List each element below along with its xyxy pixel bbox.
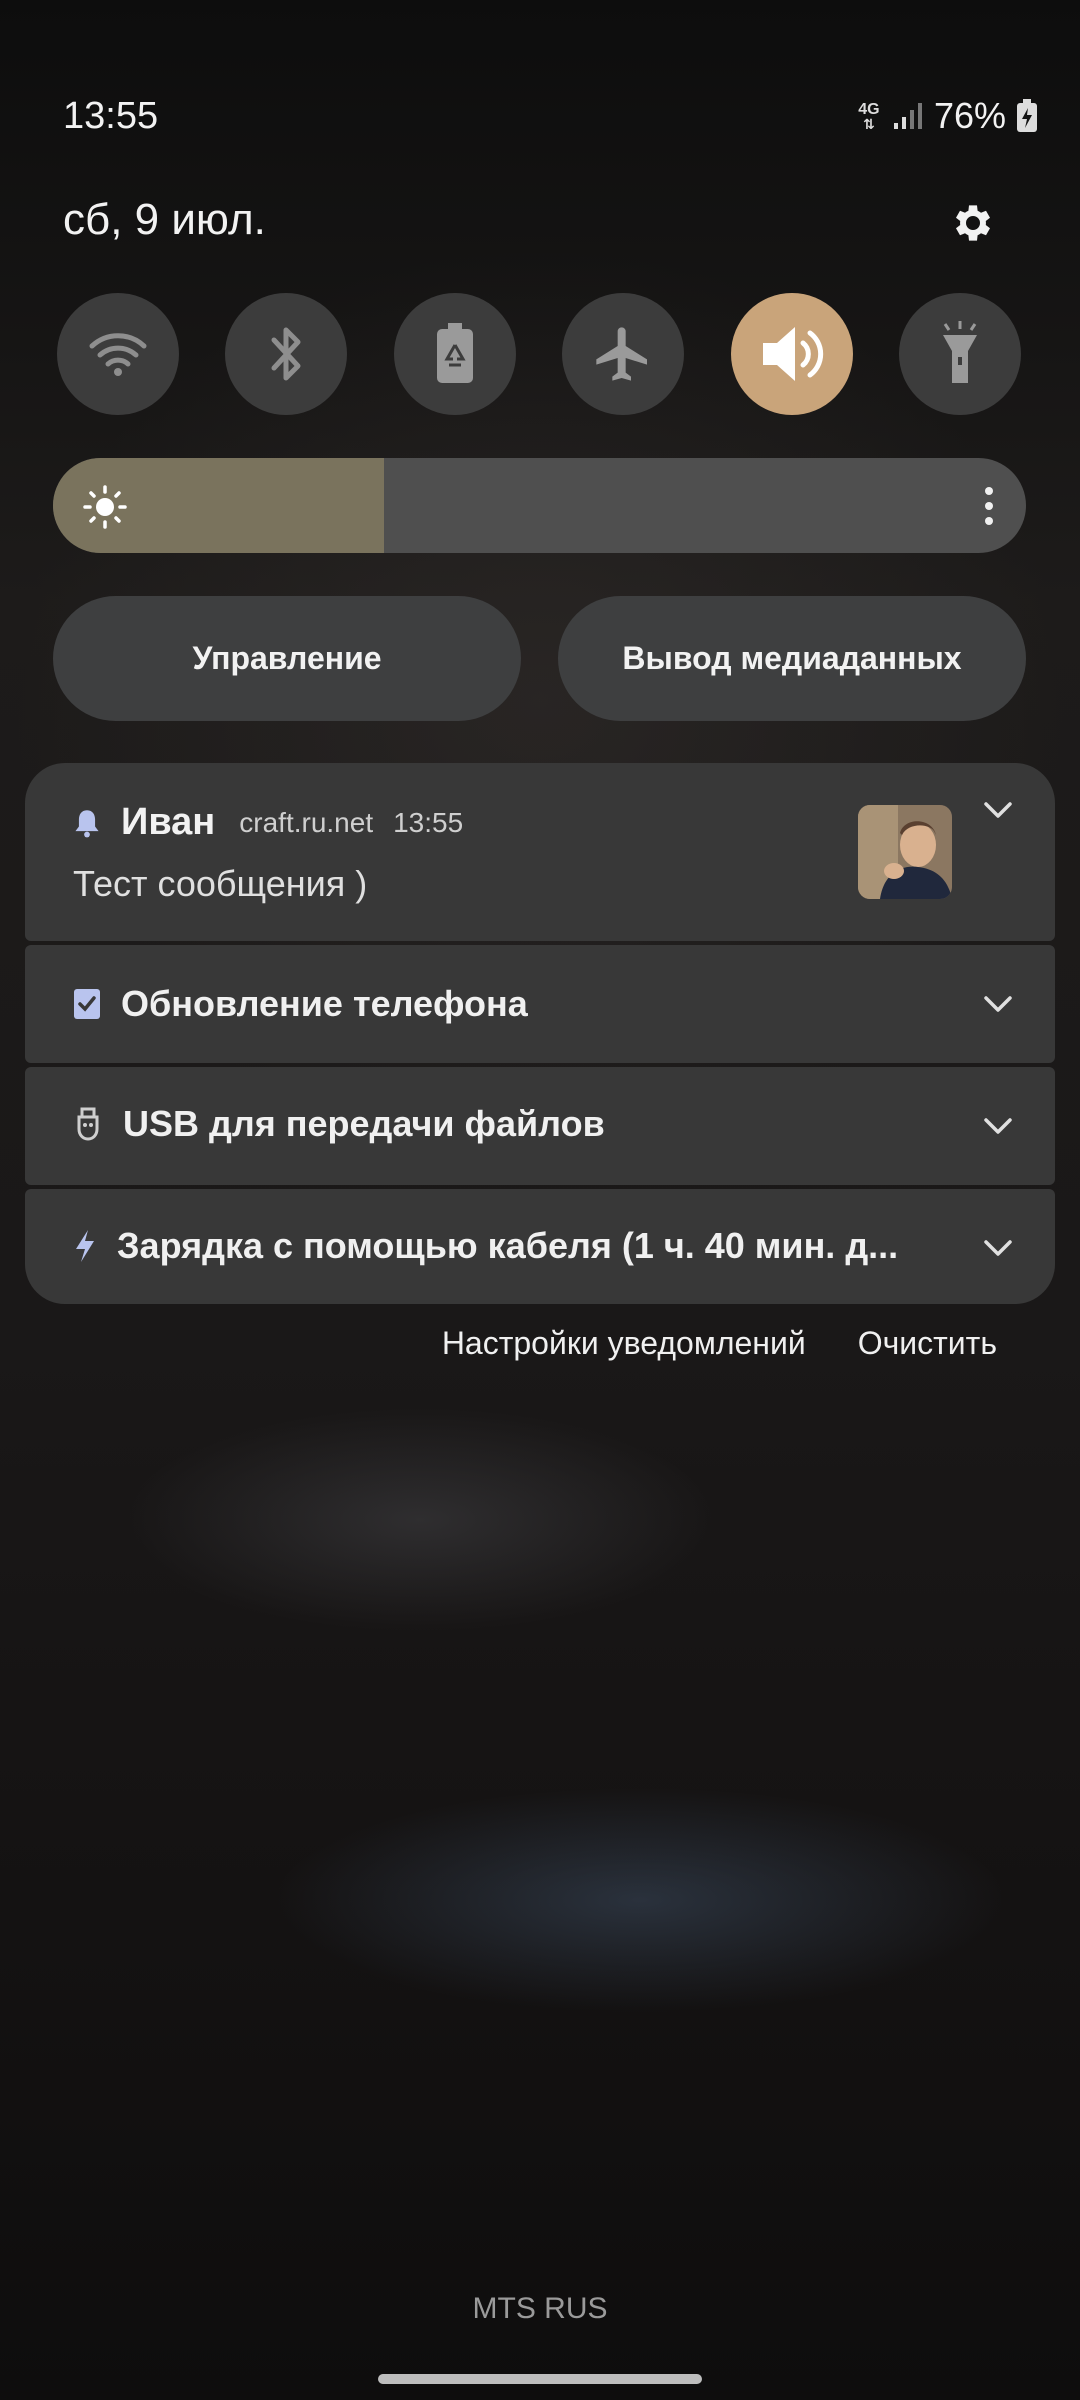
notification-settings-link[interactable]: Настройки уведомлений [442, 1325, 806, 1362]
notification-header: Иван craft.ru.net 13:55 [73, 801, 463, 844]
notification-list: Иван craft.ru.net 13:55 Тест сообщения ) [25, 763, 1055, 1308]
system-update-icon [74, 989, 100, 1019]
notification-time: 13:55 [393, 806, 464, 838]
notification-charging[interactable]: Зарядка с помощью кабеля (1 ч. 40 мин. д… [25, 1189, 1055, 1304]
media-output-button[interactable]: Вывод медиаданных [558, 596, 1026, 721]
toggle-bluetooth[interactable] [225, 293, 348, 415]
notification-row: Зарядка с помощью кабеля (1 ч. 40 мин. д… [73, 1225, 898, 1267]
settings-gear-icon[interactable] [944, 194, 1002, 252]
toggle-sound[interactable] [730, 293, 853, 415]
quick-toggles [57, 293, 1021, 415]
notification-row: USB для передачи файлов [73, 1103, 605, 1145]
battery-percent: 76% [933, 95, 1006, 136]
toggle-flashlight[interactable] [898, 293, 1021, 415]
toggle-wifi[interactable] [57, 293, 179, 415]
carrier-label: MTS RUS [472, 2292, 608, 2325]
status-icons: 4G ⇅ 76% [856, 95, 1038, 137]
signal-icon [893, 103, 922, 129]
toggle-power-saving[interactable] [393, 293, 516, 415]
usb-icon [77, 1107, 99, 1141]
chevron-down-icon[interactable] [983, 801, 1013, 819]
notification-text: Тест сообщения ) [73, 863, 368, 904]
bluetooth-icon [271, 327, 301, 381]
notification-title: Обновление телефона [121, 983, 528, 1024]
flashlight-icon [942, 321, 977, 383]
notification-shade: 13:55 4G ⇅ 76% сб, 9 июл. Управление Выв… [0, 0, 1080, 2400]
charging-bolt-icon [76, 1230, 94, 1262]
battery-saver-icon [436, 323, 473, 383]
chevron-down-icon[interactable] [983, 1117, 1013, 1135]
wifi-icon [89, 333, 147, 376]
network-4g-icon: 4G ⇅ [858, 101, 880, 132]
date-label: сб, 9 июл. [63, 195, 266, 244]
notification-row: Обновление телефона [73, 983, 528, 1025]
chevron-down-icon[interactable] [983, 1239, 1013, 1257]
battery-charging-icon [1017, 99, 1037, 132]
airplane-icon [596, 327, 648, 381]
notification-actions: Настройки уведомлений Очистить [442, 1325, 997, 1362]
status-bar: 13:55 4G ⇅ 76% [63, 95, 1038, 145]
notification-phone-update[interactable]: Обновление телефона [25, 945, 1055, 1063]
clear-all-button[interactable]: Очистить [858, 1325, 997, 1362]
sun-icon [83, 485, 127, 529]
device-control-button[interactable]: Управление [53, 596, 521, 721]
speaker-icon [762, 327, 823, 381]
notification-title: Зарядка с помощью кабеля (1 ч. 40 мин. д… [117, 1225, 899, 1266]
toggle-airplane[interactable] [562, 293, 685, 415]
notification-title: USB для передачи файлов [123, 1103, 605, 1144]
avatar [858, 805, 952, 899]
brightness-slider[interactable] [53, 458, 1026, 553]
bell-icon [75, 809, 99, 837]
status-clock: 13:55 [63, 95, 159, 137]
notification-message[interactable]: Иван craft.ru.net 13:55 Тест сообщения ) [25, 763, 1055, 941]
notification-app: craft.ru.net [239, 806, 374, 838]
home-gesture-bar[interactable] [378, 2374, 702, 2384]
notification-sender: Иван [121, 801, 216, 843]
more-options-icon[interactable] [982, 486, 996, 526]
notification-usb[interactable]: USB для передачи файлов [25, 1067, 1055, 1185]
chevron-down-icon[interactable] [983, 995, 1013, 1013]
